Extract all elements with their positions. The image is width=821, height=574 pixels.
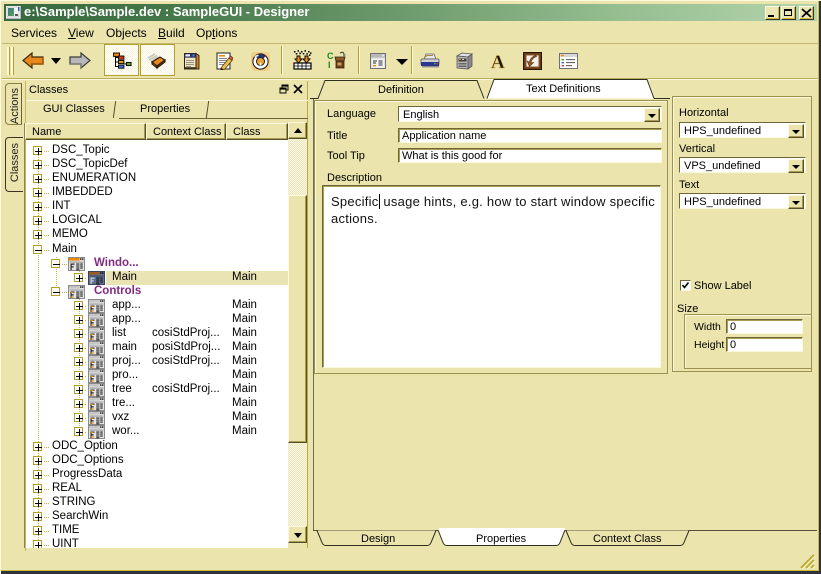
svg-text:A: A — [491, 52, 505, 70]
svg-text:I: I — [328, 60, 331, 70]
